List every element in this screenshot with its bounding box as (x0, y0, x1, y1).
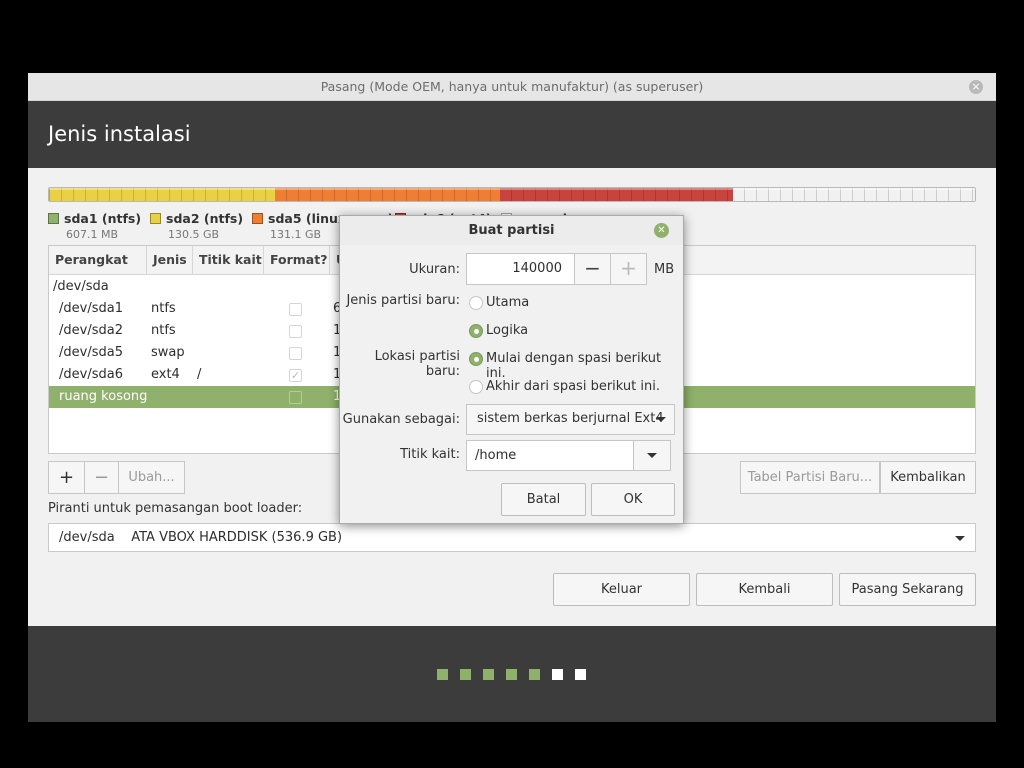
change-partition-button[interactable]: Ubah... (118, 461, 185, 494)
cell-device: /dev/sda1 (59, 301, 123, 316)
legend-name: sda2 (ntfs) (166, 211, 244, 226)
cell-device: /dev/sda2 (59, 323, 123, 338)
page-header: Jenis instalasi (28, 101, 996, 168)
col-type-header[interactable]: Jenis (147, 246, 193, 274)
title-bar: Pasang (Mode OEM, hanya untuk manufaktur… (28, 73, 996, 101)
legend-size: 607.1 MB (66, 228, 119, 241)
window-title: Pasang (Mode OEM, hanya untuk manufaktur… (320, 79, 704, 94)
create-partition-dialog: Buat partisi ✕ Ukuran: 140000 − + MB Jen… (339, 215, 684, 524)
location-begin-label[interactable]: Mulai dengan spasi berikut ini. (486, 351, 683, 381)
use-as-label: Gunakan sebagai: (342, 412, 460, 427)
install-now-button[interactable]: Pasang Sekarang (839, 573, 976, 606)
partition-location-label: Lokasi partisi baru: (374, 349, 460, 379)
cancel-button[interactable]: Batal (501, 483, 586, 516)
partition-type-label: Jenis partisi baru: (346, 293, 460, 308)
use-as-value: sistem berkas berjurnal Ext4 (477, 411, 664, 426)
legend-item: sda2 (ntfs) 130.5 GB (150, 211, 243, 241)
cell-type: ext4 (151, 367, 180, 382)
cell-device: /dev/sda5 (59, 345, 123, 360)
dialog-title-bar: Buat partisi ✕ (340, 216, 683, 245)
cell-type: swap (151, 345, 185, 360)
progress-step-dot (460, 669, 471, 680)
location-begin-radio[interactable] (469, 352, 483, 366)
new-partition-table-button[interactable]: Tabel Partisi Baru... (740, 461, 880, 494)
revert-button[interactable]: Kembalikan (880, 461, 976, 494)
chevron-down-icon (656, 417, 666, 422)
partition-bar-segment-sda2 (50, 188, 275, 201)
partition-bar-segment-free (732, 188, 975, 201)
cell-type: ntfs (151, 323, 176, 338)
type-primary-label[interactable]: Utama (486, 295, 529, 310)
format-checkbox[interactable] (289, 303, 302, 316)
type-primary-radio[interactable] (469, 296, 483, 310)
legend-swatch (252, 213, 263, 224)
use-as-select[interactable]: sistem berkas berjurnal Ext4 (466, 404, 675, 435)
chevron-down-icon (647, 453, 657, 458)
progress-footer (28, 626, 996, 722)
cell-device: /dev/sda (53, 279, 109, 294)
format-checkbox[interactable]: ✓ (289, 369, 302, 382)
back-button[interactable]: Kembali (696, 573, 833, 606)
legend-size: 130.5 GB (168, 228, 220, 241)
size-input[interactable]: 140000 (466, 253, 575, 285)
type-logical-label[interactable]: Logika (486, 323, 528, 338)
mount-point-input[interactable]: /home (466, 440, 634, 471)
mount-point-dropdown-button[interactable] (633, 440, 671, 471)
legend-swatch (150, 213, 161, 224)
location-end-label[interactable]: Akhir dari spasi berikut ini. (486, 379, 660, 394)
boot-loader-value: /dev/sda ATA VBOX HARDDISK (536.9 GB) (59, 530, 343, 545)
legend-swatch (48, 213, 59, 224)
page-title: Jenis instalasi (48, 122, 191, 146)
progress-step-dot (575, 669, 586, 680)
col-format-header[interactable]: Format? (264, 246, 330, 274)
cell-device: ruang kosong (59, 389, 148, 404)
size-label: Ukuran: (409, 262, 460, 277)
remove-partition-button[interactable]: − (84, 461, 119, 494)
size-decrease-button[interactable]: − (574, 253, 611, 285)
col-device-header[interactable]: Perangkat (49, 246, 147, 274)
cell-mount: / (197, 367, 202, 382)
progress-step-dot (506, 669, 517, 680)
window-close-icon[interactable]: × (969, 80, 983, 94)
progress-step-dot (529, 669, 540, 680)
add-partition-button[interactable]: + (48, 461, 85, 494)
legend-item: sda1 (ntfs) 607.1 MB (48, 211, 141, 241)
progress-step-dot (552, 669, 563, 680)
location-end-radio[interactable] (469, 380, 483, 394)
format-checkbox[interactable] (289, 325, 302, 338)
partition-bar-segment-sda6 (500, 188, 733, 201)
col-mount-header[interactable]: Titik kait (193, 246, 264, 274)
partition-bar (48, 187, 976, 202)
size-increase-button[interactable]: + (610, 253, 647, 285)
boot-loader-label: Piranti untuk pemasangan boot loader: (48, 501, 303, 516)
legend-name: sda1 (ntfs) (64, 211, 142, 226)
ok-button[interactable]: OK (591, 483, 675, 516)
cell-type: ntfs (151, 301, 176, 316)
progress-step-dot (483, 669, 494, 680)
format-checkbox[interactable] (289, 347, 302, 360)
type-logical-radio[interactable] (469, 324, 483, 338)
partition-bar-segment-sda5 (274, 188, 501, 201)
cell-device: /dev/sda6 (59, 367, 123, 382)
dialog-close-icon[interactable]: ✕ (654, 223, 669, 238)
size-unit: MB (654, 262, 675, 277)
quit-button[interactable]: Keluar (553, 573, 690, 606)
format-checkbox[interactable] (289, 391, 302, 404)
chevron-down-icon (955, 536, 965, 541)
boot-loader-select[interactable]: /dev/sda ATA VBOX HARDDISK (536.9 GB) (48, 523, 976, 552)
mount-point-label: Titik kait: (400, 447, 460, 462)
dialog-title: Buat partisi (468, 223, 555, 238)
progress-step-dot (437, 669, 448, 680)
